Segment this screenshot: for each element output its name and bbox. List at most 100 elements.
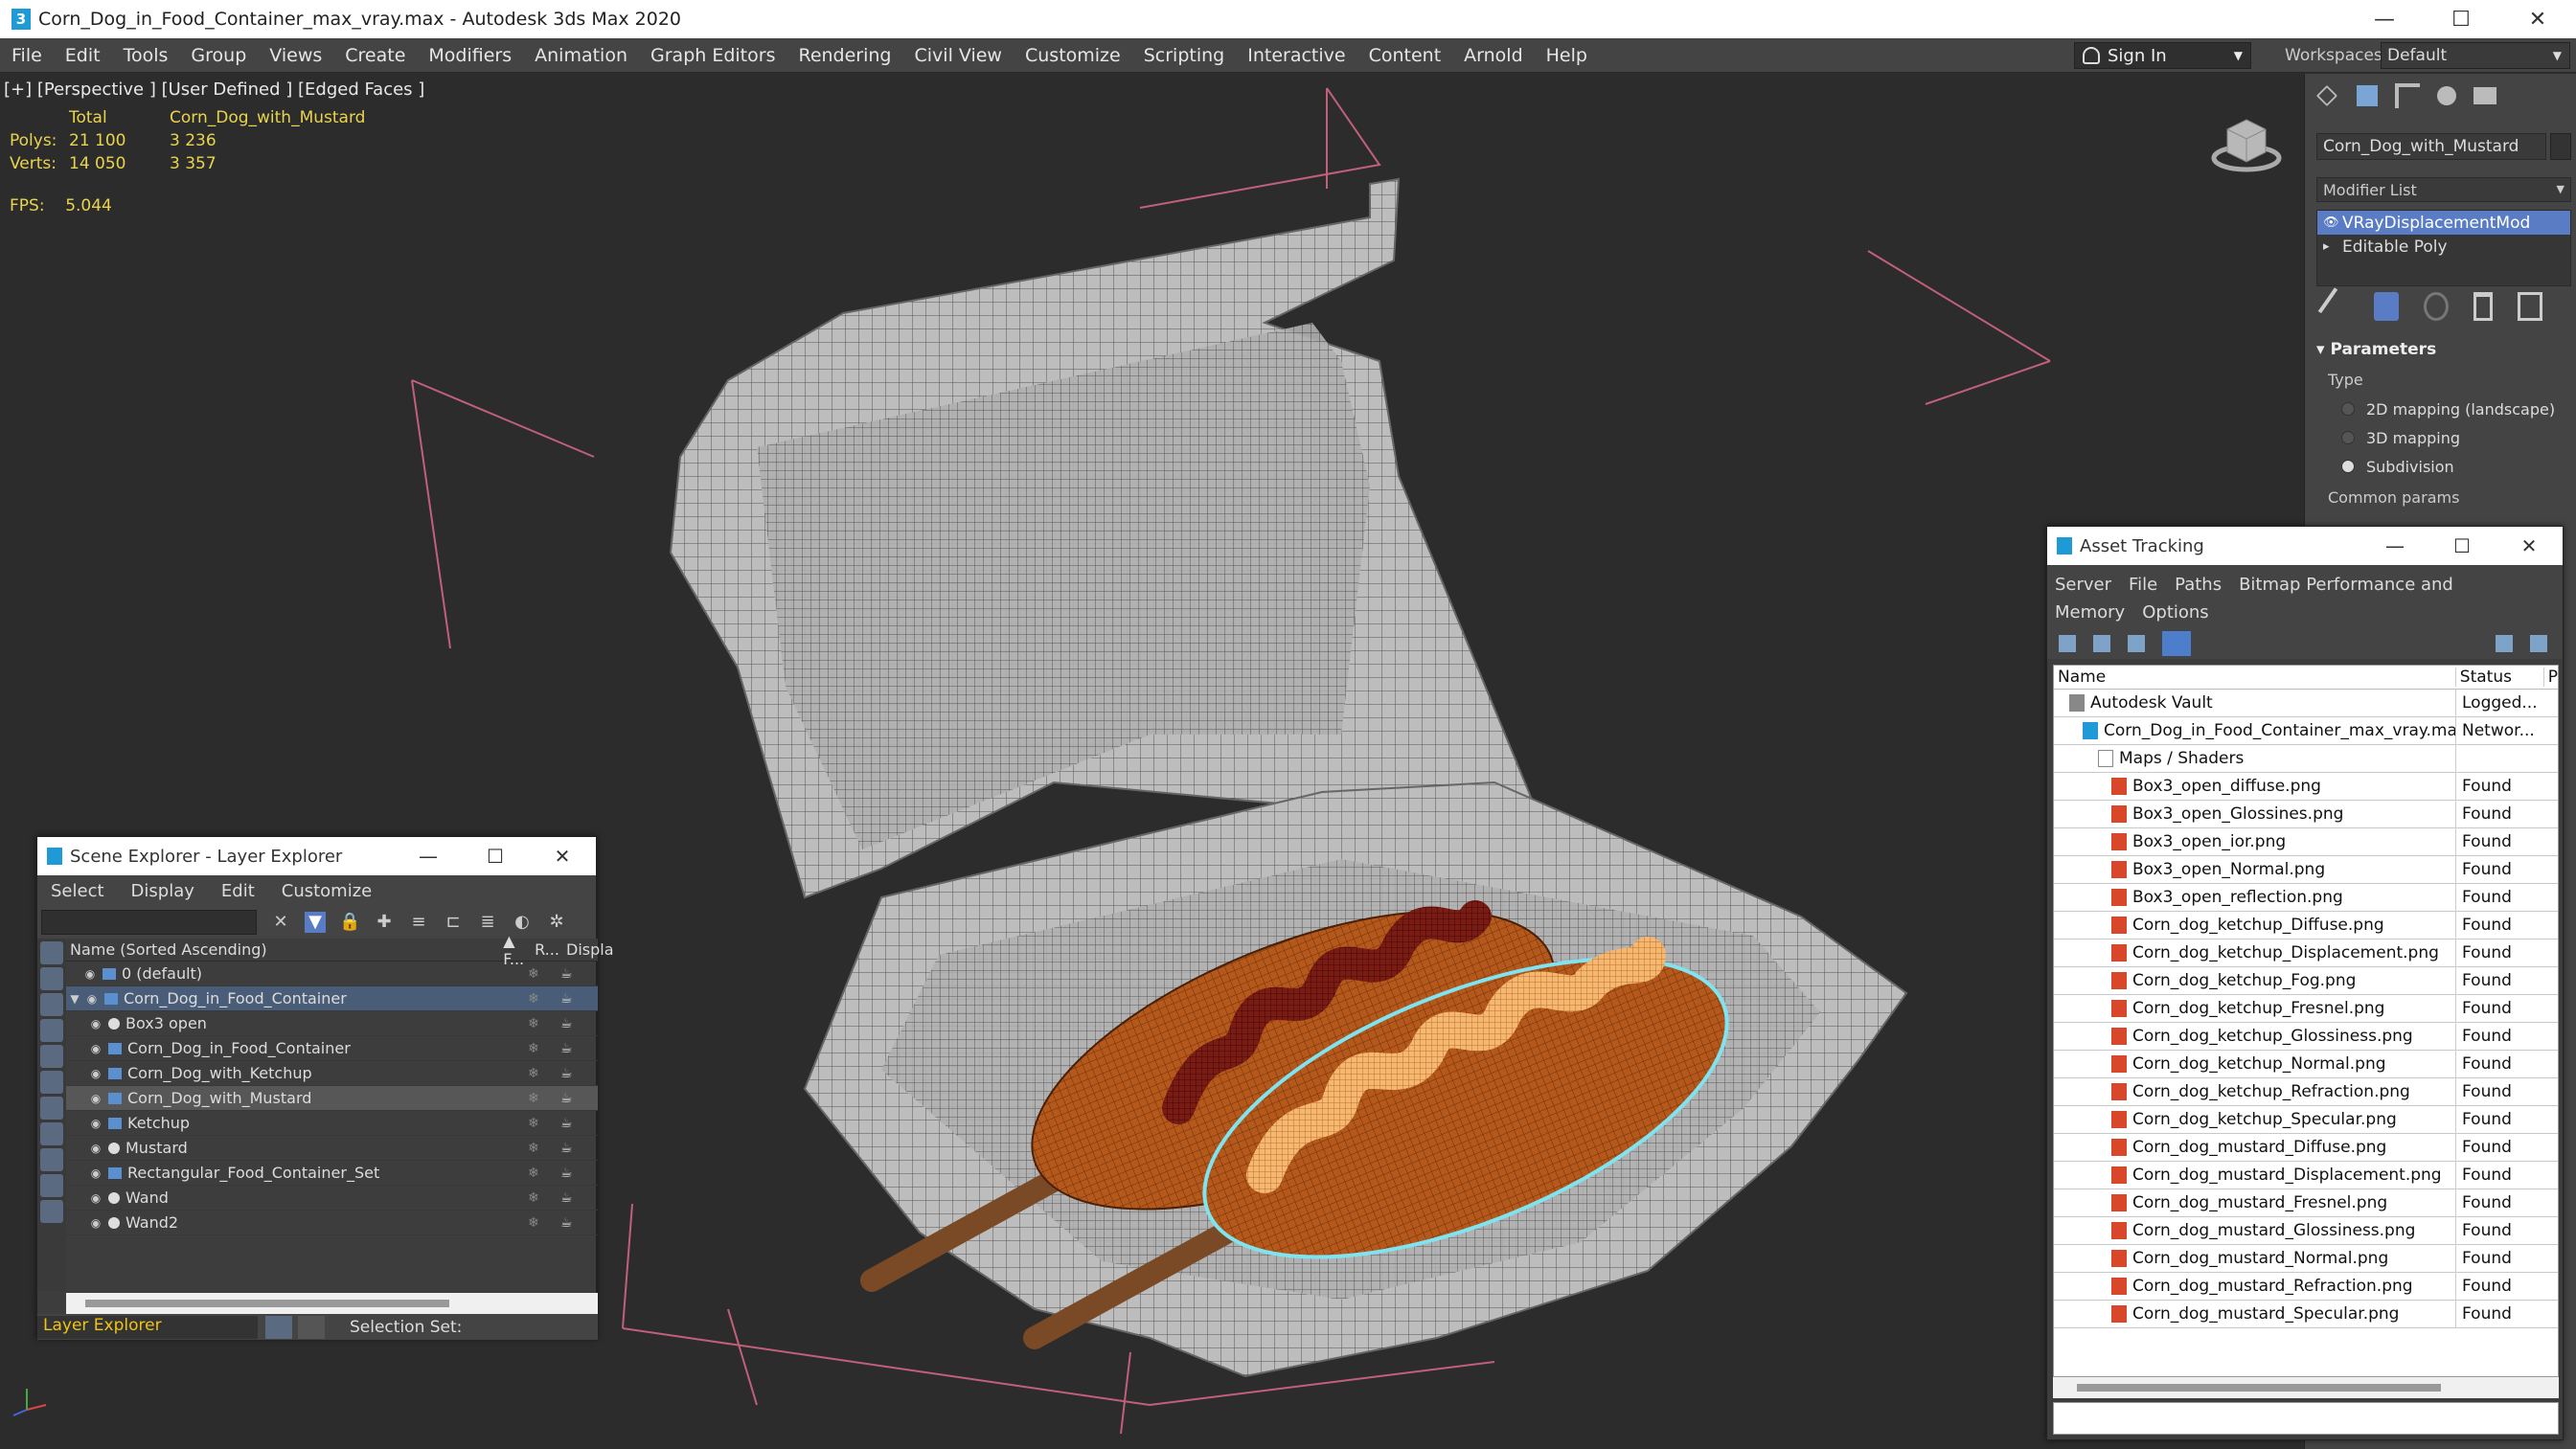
render-teapot-icon[interactable]: ☕ [560, 1091, 573, 1106]
asset-row[interactable]: Corn_dog_mustard_Normal.png Found [2054, 1244, 2558, 1273]
display-tab-icon[interactable] [2473, 86, 2496, 104]
column-name[interactable]: Name (Sorted Ascending) [66, 940, 503, 959]
expand-arrow-icon[interactable]: ▼ [66, 992, 83, 1006]
close-button[interactable]: ✕ [529, 837, 596, 875]
eye-icon[interactable]: 👁 [2323, 215, 2342, 230]
visibility-eye-icon[interactable]: ◉ [87, 1166, 104, 1180]
minimize-button[interactable]: — [2346, 0, 2423, 38]
mapping-type-radio[interactable]: 3D mapping [2341, 423, 2571, 452]
asset-menu-bitmap-performance-and-memory[interactable]: Bitmap Performance and Memory [2055, 575, 2453, 623]
column-path[interactable]: P [2544, 668, 2558, 687]
pin-stack-icon[interactable] [2317, 287, 2356, 326]
settings-icon[interactable]: ✲ [546, 912, 567, 933]
stack-icon[interactable]: ≣ [477, 912, 498, 933]
render-teapot-icon[interactable]: ☕ [560, 991, 573, 1007]
tree-row[interactable]: ◉ Mustard ❄ ☕ [66, 1136, 598, 1161]
menu-rendering[interactable]: Rendering [786, 45, 902, 66]
menu-scripting[interactable]: Scripting [1132, 45, 1237, 66]
configure-modifier-sets-icon[interactable] [2518, 292, 2542, 321]
asset-tracking-titlebar[interactable]: Asset Tracking — ☐ ✕ [2047, 527, 2563, 565]
menu-tools[interactable]: Tools [112, 45, 180, 66]
menu-animation[interactable]: Animation [523, 45, 639, 66]
asset-row[interactable]: Corn_dog_ketchup_Diffuse.png Found [2054, 911, 2558, 940]
asset-row[interactable]: Corn_dog_ketchup_Specular.png Found [2054, 1105, 2558, 1134]
scene-explorer-search-input[interactable] [41, 910, 257, 935]
visibility-eye-icon[interactable]: ◉ [87, 1017, 104, 1030]
asset-row[interactable]: Box3_open_Normal.png Found [2054, 855, 2558, 884]
tree-row[interactable]: ◉ Wand2 ❄ ☕ [66, 1211, 598, 1235]
viewport-label[interactable]: [+] [Perspective ] [User Defined ] [Edge… [4, 79, 424, 100]
filter-geometry-icon[interactable] [40, 941, 63, 964]
remove-modifier-icon[interactable] [2473, 292, 2493, 321]
tree-row[interactable]: ◉ Rectangular_Food_Container_Set ❄ ☕ [66, 1161, 598, 1186]
visibility-eye-icon[interactable]: ◉ [87, 1092, 104, 1105]
render-teapot-icon[interactable]: ☕ [560, 1141, 573, 1156]
highlight-icon[interactable]: ◐ [512, 912, 533, 933]
render-teapot-icon[interactable]: ☕ [560, 1166, 573, 1181]
scene-explorer-menu-display[interactable]: Display [131, 881, 194, 901]
pin-icon[interactable] [2530, 635, 2547, 652]
horizontal-scrollbar[interactable] [2053, 1377, 2559, 1398]
asset-row[interactable]: Box3_open_reflection.png Found [2054, 883, 2558, 912]
freeze-icon[interactable]: ❄ [528, 1016, 539, 1031]
menu-customize[interactable]: Customize [1014, 45, 1132, 66]
menu-arnold[interactable]: Arnold [1452, 45, 1534, 66]
filter-bones-icon[interactable] [40, 1148, 63, 1171]
column-status[interactable]: Status [2456, 668, 2544, 687]
menu-help[interactable]: Help [1535, 45, 1599, 66]
object-color-swatch[interactable] [2550, 133, 2571, 160]
list-view-icon[interactable] [2093, 635, 2110, 652]
asset-row[interactable]: Corn_dog_mustard_Displacement.png Found [2054, 1161, 2558, 1189]
asset-row[interactable]: Box3_open_Glossines.png Found [2054, 800, 2558, 828]
make-unique-icon[interactable] [2424, 292, 2449, 321]
menu-edit[interactable]: Edit [54, 45, 112, 66]
freeze-icon[interactable]: ❄ [528, 1141, 539, 1156]
visibility-eye-icon[interactable]: ◉ [87, 1191, 104, 1205]
asset-row[interactable]: Corn_dog_ketchup_Fog.png Found [2054, 966, 2558, 995]
visibility-eye-icon[interactable]: ◉ [87, 1067, 104, 1080]
scene-explorer-menu-customize[interactable]: Customize [282, 881, 372, 901]
render-teapot-icon[interactable]: ☕ [560, 1116, 573, 1131]
asset-path-field[interactable] [2053, 1402, 2559, 1435]
scene-explorer-menu-edit[interactable]: Edit [221, 881, 255, 901]
sign-in-button[interactable]: Sign In ▼ [2074, 42, 2251, 69]
column-render[interactable]: R... [535, 940, 566, 959]
minimize-button[interactable]: — [2361, 527, 2428, 565]
freeze-icon[interactable]: ❄ [528, 1041, 539, 1056]
menu-create[interactable]: Create [333, 45, 417, 66]
hierarchy-icon[interactable]: ⊏ [443, 912, 464, 933]
asset-row[interactable]: Autodesk Vault Logged... [2054, 689, 2558, 717]
visibility-eye-icon[interactable]: ◉ [81, 967, 99, 981]
visibility-eye-icon[interactable]: ◉ [87, 1042, 104, 1055]
tree-row[interactable]: ◉ 0 (default) ❄ ☕ [66, 962, 598, 986]
layers-icon[interactable]: ≡ [408, 912, 429, 933]
visibility-eye-icon[interactable]: ◉ [87, 1142, 104, 1155]
mapping-type-radio[interactable]: Subdivision [2341, 452, 2571, 481]
asset-row[interactable]: Corn_dog_mustard_Diffuse.png Found [2054, 1133, 2558, 1162]
filter-cameras-icon[interactable] [40, 1019, 63, 1042]
viewcube-icon[interactable] [2203, 102, 2290, 179]
column-name[interactable]: Name [2054, 668, 2456, 687]
refresh-icon[interactable] [2059, 635, 2076, 652]
render-teapot-icon[interactable]: ☕ [560, 966, 573, 982]
modifier-item[interactable]: 👁 VRayDisplacementMod [2317, 211, 2570, 235]
freeze-icon[interactable]: ❄ [528, 966, 539, 982]
create-tab-icon[interactable] [2315, 84, 2338, 106]
asset-row[interactable]: Corn_dog_mustard_Refraction.png Found [2054, 1272, 2558, 1301]
explorer-mode-select[interactable]: Layer Explorer [37, 1315, 258, 1339]
asset-row[interactable]: Corn_dog_mustard_Fresnel.png Found [2054, 1189, 2558, 1217]
asset-row[interactable]: Corn_Dog_in_Food_Container_max_vray.max N… [2054, 716, 2558, 745]
asset-row[interactable]: Corn_dog_ketchup_Refraction.png Found [2054, 1077, 2558, 1106]
hierarchy-mode-icon[interactable] [298, 1315, 325, 1339]
asset-menu-options[interactable]: Options [2142, 602, 2208, 623]
menu-file[interactable]: File [0, 45, 54, 66]
freeze-icon[interactable]: ❄ [528, 1091, 539, 1106]
visibility-eye-icon[interactable]: ◉ [87, 1117, 104, 1130]
menu-civil-view[interactable]: Civil View [903, 45, 1014, 66]
asset-row[interactable]: Corn_dog_ketchup_Glossiness.png Found [2054, 1022, 2558, 1051]
tree-view-icon[interactable] [2162, 631, 2191, 656]
filter-shapes-icon[interactable] [40, 967, 63, 990]
freeze-icon[interactable]: ❄ [528, 1190, 539, 1206]
filter-containers-icon[interactable] [40, 1174, 63, 1197]
freeze-icon[interactable]: ❄ [528, 1066, 539, 1081]
